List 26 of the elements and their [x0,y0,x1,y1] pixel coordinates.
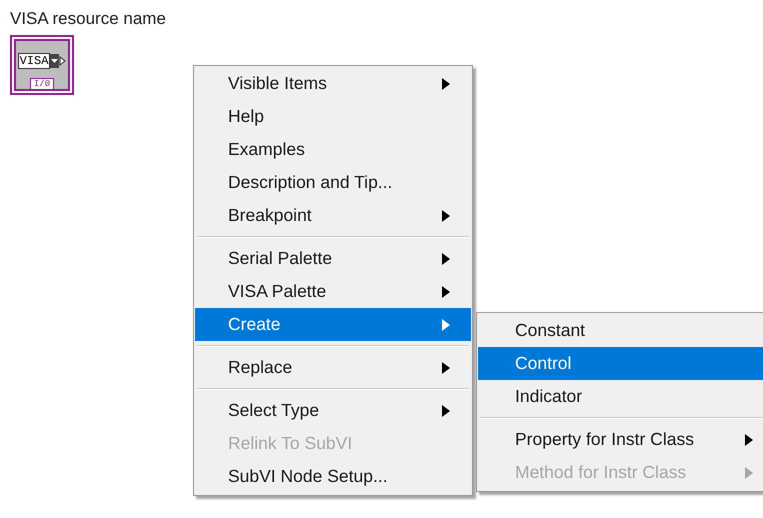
visa-terminal-icon[interactable]: VISA I/0 [10,35,74,95]
submenu-arrow-icon [441,208,451,222]
terminal-label: VISA resource name [10,9,167,29]
menu-item[interactable]: Breakpoint [195,199,471,232]
submenu-arrow-icon [441,404,451,418]
submenu-arrow-icon [441,284,451,298]
menu-item[interactable]: Property for Instr Class [478,423,763,456]
menu-item[interactable]: Visible Items [195,67,471,100]
menu-item[interactable]: SubVI Node Setup... [195,460,471,493]
submenu-arrow-icon [744,432,754,446]
menu-item[interactable]: Create [195,308,471,341]
menu-item[interactable]: VISA Palette [195,275,471,308]
menu-item[interactable]: Indicator [478,380,763,413]
submenu-arrow-icon [744,466,754,480]
menu-item[interactable]: Select Type [195,394,471,427]
submenu-arrow-icon [441,360,451,374]
submenu-arrow-icon [441,76,451,90]
menu-item[interactable]: Description and Tip... [195,166,471,199]
menu-item[interactable]: Replace [195,351,471,384]
menu-item[interactable]: Examples [195,133,471,166]
menu-item[interactable]: Control [478,347,763,380]
menu-item[interactable]: Constant [478,314,763,347]
menu-item[interactable]: Serial Palette [195,242,471,275]
submenu-arrow-icon [441,318,451,332]
submenu-arrow-icon [441,252,451,266]
menu-item[interactable]: Help [195,100,471,133]
